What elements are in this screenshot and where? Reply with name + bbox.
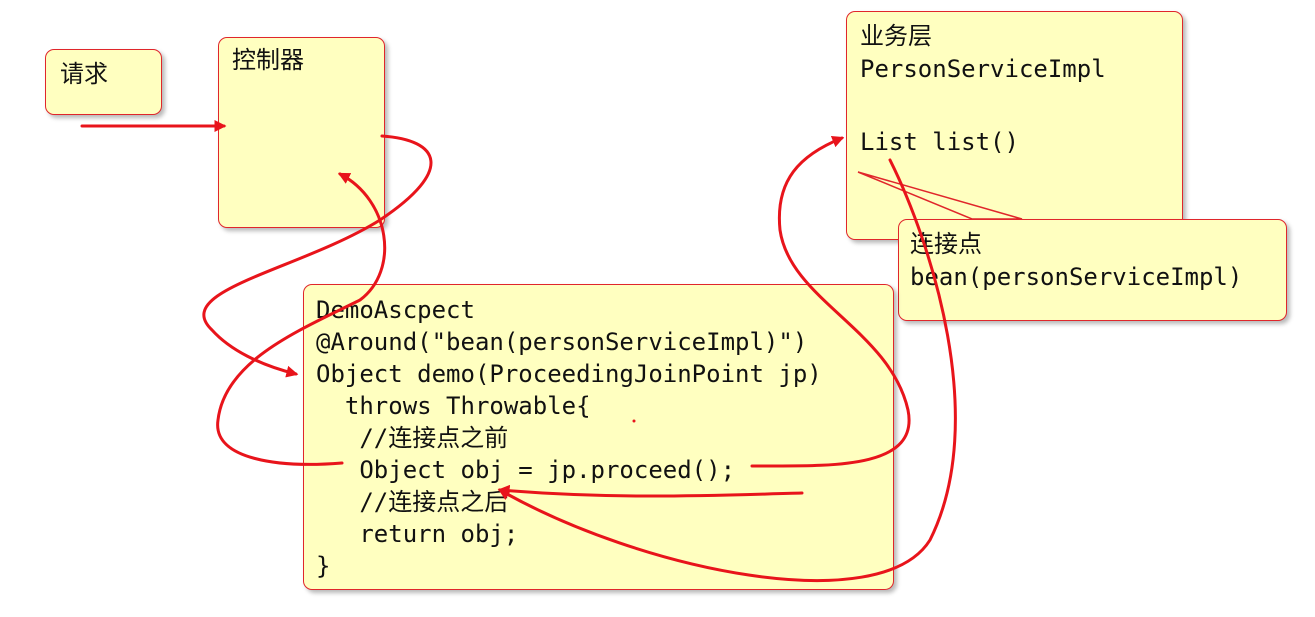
arrow-proceed-to-service — [750, 136, 911, 468]
flow-arrows — [80, 120, 957, 583]
arrow-controller-to-aspect — [202, 134, 433, 378]
arrow-service-to-proceed — [497, 158, 957, 583]
arrow-return-to-controller — [216, 172, 387, 466]
arrow-after-to-proceed — [497, 484, 804, 498]
stray-dot — [632, 419, 636, 423]
